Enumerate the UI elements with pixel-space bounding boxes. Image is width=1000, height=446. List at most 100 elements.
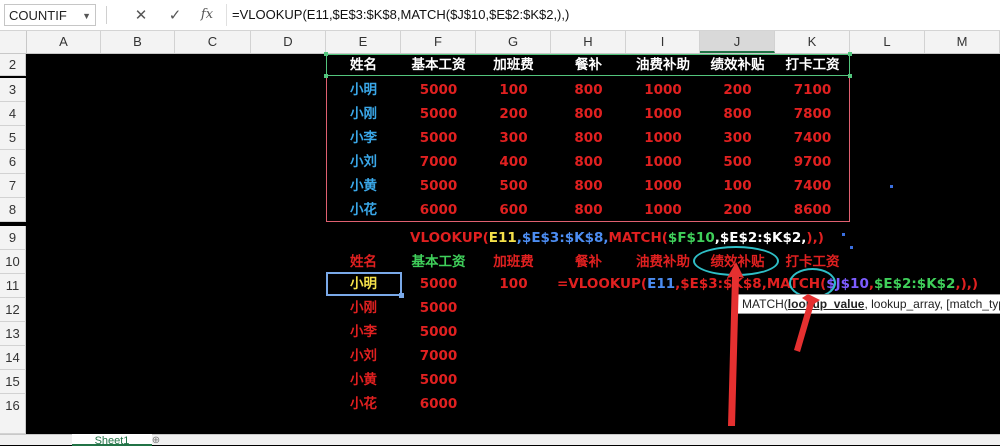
table-header[interactable]: 基本工资 — [401, 53, 476, 77]
table-header[interactable]: 油费补助 — [626, 53, 700, 77]
table-cell[interactable]: 200 — [700, 78, 775, 102]
table-cell[interactable]: 600 — [476, 198, 551, 222]
sheet-tab[interactable]: Sheet1 — [72, 434, 152, 446]
table-cell[interactable]: 5000 — [401, 272, 476, 296]
table-cell[interactable]: 5000 — [401, 78, 476, 102]
table-cell[interactable]: 7000 — [401, 150, 476, 174]
lower-header[interactable]: 餐补 — [551, 250, 626, 274]
column-header-h[interactable]: H — [551, 31, 626, 53]
row-header-14[interactable]: 14 — [0, 346, 26, 370]
table-cell[interactable]: 7100 — [775, 78, 850, 102]
cell-edit-formula[interactable]: =VLOOKUP(E11,$E$3:$K$8,MATCH($J$10,$E$2:… — [557, 272, 997, 296]
lower-header[interactable]: 油费补助 — [626, 250, 700, 274]
table-cell[interactable]: 6000 — [401, 392, 476, 416]
table-cell[interactable]: 5000 — [401, 296, 476, 320]
column-header-e[interactable]: E — [326, 31, 401, 53]
row-header-16[interactable]: 16 — [0, 394, 26, 434]
column-header-m[interactable]: M — [925, 31, 1000, 53]
table-cell[interactable]: 小花 — [326, 198, 401, 222]
table-cell[interactable]: 7400 — [775, 174, 850, 198]
table-cell[interactable]: 小刚 — [326, 296, 401, 320]
column-header-f[interactable]: F — [401, 31, 476, 53]
table-cell[interactable]: 5000 — [401, 126, 476, 150]
table-cell[interactable]: 100 — [476, 78, 551, 102]
column-header-j[interactable]: J — [700, 31, 775, 53]
table-cell[interactable]: 小李 — [326, 126, 401, 150]
table-cell[interactable]: 200 — [476, 102, 551, 126]
row-header-13[interactable]: 13 — [0, 322, 26, 346]
row-header-2[interactable]: 2 — [0, 54, 26, 76]
table-cell[interactable]: 400 — [476, 150, 551, 174]
table-header[interactable]: 餐补 — [551, 53, 626, 77]
row-header-12[interactable]: 12 — [0, 298, 26, 322]
table-cell[interactable]: 7400 — [775, 126, 850, 150]
column-header-k[interactable]: K — [775, 31, 850, 53]
column-header-l[interactable]: L — [850, 31, 925, 53]
row-header-9[interactable]: 9 — [0, 226, 26, 250]
table-cell[interactable]: 100 — [700, 174, 775, 198]
table-cell[interactable]: 200 — [700, 198, 775, 222]
table-cell[interactable]: 800 — [551, 150, 626, 174]
column-header-i[interactable]: I — [626, 31, 700, 53]
row-header-11[interactable]: 11 — [0, 274, 26, 298]
column-header-b[interactable]: B — [101, 31, 175, 53]
lower-header[interactable]: 姓名 — [326, 250, 401, 274]
table-cell[interactable]: 800 — [551, 126, 626, 150]
table-cell[interactable]: 1000 — [626, 102, 700, 126]
select-all-corner[interactable] — [0, 31, 27, 53]
table-header[interactable]: 绩效补贴 — [700, 53, 775, 77]
table-cell[interactable]: 800 — [700, 102, 775, 126]
table-cell[interactable]: 小刘 — [326, 344, 401, 368]
table-cell[interactable]: 小花 — [326, 392, 401, 416]
row-header-3[interactable]: 3 — [0, 78, 26, 102]
chevron-down-icon[interactable]: ▼ — [82, 5, 91, 27]
insert-function-icon[interactable]: fx — [196, 4, 218, 26]
table-cell[interactable]: 800 — [551, 198, 626, 222]
table-cell[interactable]: 800 — [551, 174, 626, 198]
table-cell[interactable]: 5000 — [401, 368, 476, 392]
table-cell[interactable]: 小刘 — [326, 150, 401, 174]
column-header-c[interactable]: C — [175, 31, 251, 53]
row-header-10[interactable]: 10 — [0, 250, 26, 274]
table-cell[interactable]: 小黄 — [326, 368, 401, 392]
table-cell[interactable]: 7800 — [775, 102, 850, 126]
row-header-15[interactable]: 15 — [0, 370, 26, 394]
table-header[interactable]: 加班费 — [476, 53, 551, 77]
table-cell[interactable]: 小明 — [326, 78, 401, 102]
row-header-4[interactable]: 4 — [0, 102, 26, 126]
row-header-8[interactable]: 8 — [0, 198, 26, 222]
table-header[interactable]: 姓名 — [326, 53, 401, 77]
table-cell[interactable]: 800 — [551, 102, 626, 126]
table-cell[interactable]: 6000 — [401, 198, 476, 222]
table-cell[interactable]: 小黄 — [326, 174, 401, 198]
cancel-icon[interactable]: ✕ — [130, 4, 152, 26]
table-cell[interactable]: 100 — [476, 272, 551, 296]
enter-icon[interactable]: ✓ — [164, 4, 186, 26]
table-cell[interactable]: 小李 — [326, 320, 401, 344]
table-cell[interactable]: 300 — [700, 126, 775, 150]
table-cell[interactable]: 800 — [551, 78, 626, 102]
table-cell[interactable]: 5000 — [401, 102, 476, 126]
formula-input[interactable]: =VLOOKUP(E11,$E$3:$K$8,MATCH($J$10,$E$2:… — [232, 0, 569, 30]
column-header-g[interactable]: G — [476, 31, 551, 53]
lower-header[interactable]: 加班费 — [476, 250, 551, 274]
table-cell[interactable]: 500 — [476, 174, 551, 198]
table-cell[interactable]: 1000 — [626, 198, 700, 222]
table-header[interactable]: 打卡工资 — [775, 53, 850, 77]
add-sheet-icon[interactable]: ⊕ — [150, 434, 162, 444]
table-cell[interactable]: 8600 — [775, 198, 850, 222]
lower-header[interactable]: 基本工资 — [401, 250, 476, 274]
row-header-5[interactable]: 5 — [0, 126, 26, 150]
table-cell[interactable]: 1000 — [626, 126, 700, 150]
table-cell[interactable]: 300 — [476, 126, 551, 150]
tooltip-current-arg[interactable]: lookup_value — [788, 297, 865, 311]
table-cell[interactable]: 7000 — [401, 344, 476, 368]
table-cell[interactable]: 小刚 — [326, 102, 401, 126]
name-box[interactable]: COUNTIF ▼ — [4, 4, 96, 26]
table-cell[interactable]: 9700 — [775, 150, 850, 174]
column-header-d[interactable]: D — [251, 31, 326, 53]
table-cell[interactable]: 5000 — [401, 174, 476, 198]
table-cell[interactable]: 1000 — [626, 174, 700, 198]
table-cell[interactable]: 1000 — [626, 78, 700, 102]
row-header-6[interactable]: 6 — [0, 150, 26, 174]
